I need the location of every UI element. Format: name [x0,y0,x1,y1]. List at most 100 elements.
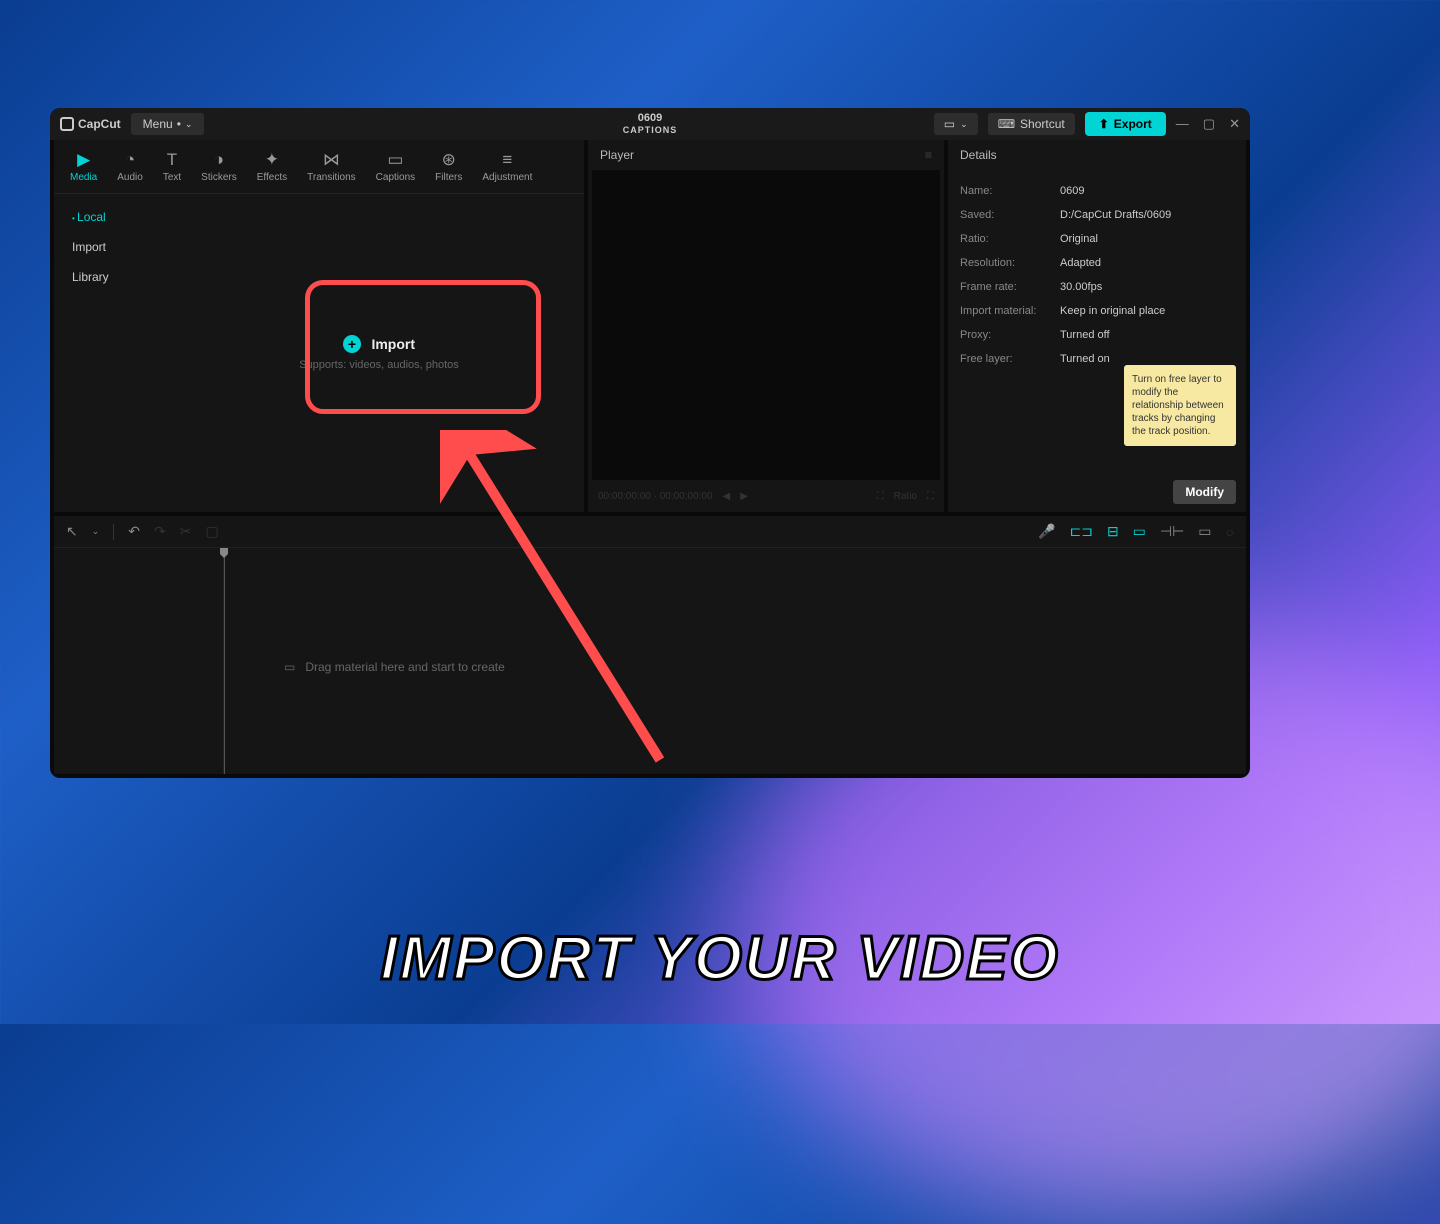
details-header: Details [948,140,1246,171]
detail-value: D:/CapCut Drafts/0609 [1060,209,1234,221]
sidebar-item-label: Import [72,240,106,254]
tab-effects[interactable]: ✦ Effects [249,146,295,187]
redo-icon[interactable]: ↷ [154,523,166,540]
sidebar-item-label: Local [77,210,106,224]
tab-label: Audio [117,172,143,183]
media-drop-area[interactable]: + Import Supports: videos, audios, photo… [174,194,584,512]
detail-value: Turned off [1060,329,1234,341]
ratio-button[interactable]: Ratio [894,491,917,502]
detail-row-saved: Saved: D:/CapCut Drafts/0609 [960,203,1234,227]
split-icon[interactable]: ✂ [180,523,192,540]
tab-text[interactable]: T Text [155,146,189,187]
media-sidebar: Local Import Library [54,194,174,512]
preview-icon[interactable]: ▭ [1133,523,1146,540]
detail-value: 30.00fps [1060,281,1234,293]
microphone-icon[interactable]: 🎤 [1038,523,1055,540]
tab-media[interactable]: ▶ Media [62,146,105,187]
chevron-down-icon[interactable]: ⌄ [92,526,100,537]
logo-icon [60,117,74,131]
timeline-hint-text: Drag material here and start to create [305,660,504,674]
delete-icon[interactable]: ▢ [205,523,218,540]
crop-icon[interactable]: ⛶ [877,491,884,502]
tab-label: Captions [376,172,415,183]
adjustment-icon: ≡ [502,150,512,170]
sidebar-item-import[interactable]: Import [54,232,174,262]
menu-label: Menu [143,117,173,131]
hamburger-icon[interactable]: ≡ [925,148,932,162]
cover-icon[interactable]: ▭ [1198,523,1211,540]
detail-label: Proxy: [960,329,1050,341]
media-panel: ▶ Media ◔ Audio T Text ◑ Stickers [54,140,584,512]
import-box[interactable]: + Import Supports: videos, audios, photo… [299,335,459,371]
undo-icon[interactable]: ↶ [128,523,140,540]
tab-audio[interactable]: ◔ Audio [109,146,151,187]
tab-label: Effects [257,172,287,183]
window-controls: — ▢ ✕ [1176,116,1240,132]
sidebar-item-local[interactable]: Local [54,202,174,232]
tab-adjustment[interactable]: ≡ Adjustment [474,146,540,187]
body-area: ▶ Media ◔ Audio T Text ◑ Stickers [50,140,1250,778]
maximize-button[interactable]: ▢ [1203,116,1215,132]
video-preview[interactable] [592,170,940,480]
zoom-icon[interactable]: ○ [1226,524,1234,540]
app-window: CapCut Menu • ⌄ 0609 CAPTIONS ▭ ⌄ ⌨ Shor… [50,108,1250,778]
media-panel-body: Local Import Library + Im [54,194,584,512]
detail-label: Resolution: [960,257,1050,269]
tab-label: Text [163,172,181,183]
detail-label: Ratio: [960,233,1050,245]
magnet-icon[interactable]: ⊏⊐ [1069,523,1092,540]
layout-icon: ▭ [944,117,955,131]
timeline-hint: ▭ Drag material here and start to create [284,660,1246,674]
import-label: Import [371,336,415,352]
timeline-panel: ↖ ⌄ ↶ ↷ ✂ ▢ 🎤 ⊏⊐ ⊟ ▭ ⊣⊢ ▭ ○ [54,516,1246,774]
layout-button[interactable]: ▭ ⌄ [934,113,978,135]
close-button[interactable]: ✕ [1229,116,1240,132]
titlebar-right: ▭ ⌄ ⌨ Shortcut ⬆ Export — ▢ ✕ [934,112,1240,136]
timecode: 00:00:00:00 · 00:00:00:00 [598,491,713,502]
cursor-icon[interactable]: ↖ [66,523,78,540]
play-icon[interactable]: ▶ [740,491,748,502]
dot-icon: • [177,117,181,131]
detail-label: Saved: [960,209,1050,221]
text-icon: T [167,150,177,170]
player-controls: 00:00:00:00 · 00:00:00:00 ◀ ▶ ⛶ Ratio ⛶ [588,480,944,512]
prev-frame-icon[interactable]: ◀ [723,491,731,502]
shortcut-button[interactable]: ⌨ Shortcut [988,113,1075,135]
annotation-caption: IMPORT YOUR VIDEO [380,923,1059,994]
timeline-tracks[interactable]: ▭ Drag material here and start to create [224,548,1246,774]
project-subtitle: CAPTIONS [623,125,678,136]
menu-button[interactable]: Menu • ⌄ [131,113,205,135]
detail-value: Keep in original place [1060,305,1234,317]
detail-row-import-material: Import material: Keep in original place [960,299,1234,323]
timeline-body[interactable]: ▭ Drag material here and start to create [54,548,1246,774]
playhead[interactable] [224,548,225,774]
tab-transitions[interactable]: ⋈ Transitions [299,146,364,187]
keyboard-icon: ⌨ [998,117,1015,131]
sidebar-item-library[interactable]: Library [54,262,174,292]
timeline-toolbar: ↖ ⌄ ↶ ↷ ✂ ▢ 🎤 ⊏⊐ ⊟ ▭ ⊣⊢ ▭ ○ [54,516,1246,548]
plus-icon: + [343,335,361,353]
link-icon[interactable]: ⊟ [1107,523,1119,540]
detail-value: 0609 [1060,185,1234,197]
detail-row-framerate: Frame rate: 30.00fps [960,275,1234,299]
media-icon: ▶ [77,150,90,170]
detail-label: Name: [960,185,1050,197]
minimize-button[interactable]: — [1176,116,1189,132]
modify-button[interactable]: Modify [1173,480,1236,504]
tab-label: Transitions [307,172,356,183]
fullscreen-icon[interactable]: ⛶ [927,491,934,502]
stickers-icon: ◑ [214,150,224,170]
tab-filters[interactable]: ⊛ Filters [427,146,470,187]
details-body: Name: 0609 Saved: D:/CapCut Drafts/0609 … [948,171,1246,512]
tab-stickers[interactable]: ◑ Stickers [193,146,245,187]
export-button[interactable]: ⬆ Export [1085,112,1166,136]
tab-captions[interactable]: ▭ Captions [368,146,423,187]
chevron-down-icon: ⌄ [185,119,193,130]
detail-value: Turned on [1060,353,1234,365]
effects-icon: ✦ [265,150,279,170]
detail-row-ratio: Ratio: Original [960,227,1234,251]
titlebar: CapCut Menu • ⌄ 0609 CAPTIONS ▭ ⌄ ⌨ Shor… [50,108,1250,140]
upper-panels: ▶ Media ◔ Audio T Text ◑ Stickers [50,140,1250,512]
align-icon[interactable]: ⊣⊢ [1160,523,1184,540]
export-label: Export [1114,117,1152,131]
